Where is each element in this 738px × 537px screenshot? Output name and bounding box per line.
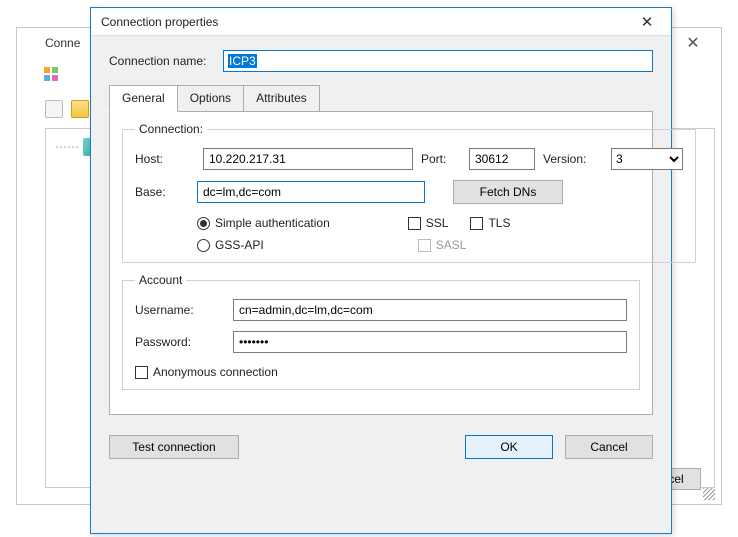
username-label: Username:: [135, 303, 219, 317]
bg-toolbar: [45, 100, 89, 118]
anonymous-label: Anonymous connection: [153, 365, 278, 379]
port-label: Port:: [421, 152, 461, 166]
checkbox-sasl: SASL: [418, 238, 467, 252]
checkbox-tls[interactable]: TLS: [470, 216, 510, 230]
connection-name-input[interactable]: ICP3: [223, 50, 653, 72]
radio-icon: [197, 239, 210, 252]
version-select[interactable]: 3: [611, 148, 683, 170]
dialog-footer: Test connection OK Cancel: [91, 425, 671, 459]
checkbox-icon: [418, 239, 431, 252]
sasl-label: SASL: [436, 238, 467, 252]
base-label: Base:: [135, 185, 187, 199]
bg-tool-2[interactable]: [71, 100, 89, 118]
app-icon: [43, 66, 59, 85]
simple-auth-label: Simple authentication: [215, 216, 330, 230]
tab-panel-general: Connection: Host: Port: Version: 3 Base:…: [109, 111, 653, 415]
dialog-title: Connection properties: [101, 15, 629, 29]
connection-fieldset: Connection: Host: Port: Version: 3 Base:…: [122, 122, 696, 263]
password-label: Password:: [135, 335, 219, 349]
close-icon[interactable]: ✕: [629, 13, 665, 31]
checkbox-icon: [470, 217, 483, 230]
account-fieldset: Account Username: Password: Anonymous co…: [122, 273, 640, 390]
titlebar: Connection properties ✕: [91, 8, 671, 36]
connection-properties-dialog: Connection properties ✕ Connection name:…: [90, 7, 672, 534]
ssl-label: SSL: [426, 216, 449, 230]
radio-gss-api[interactable]: GSS-API: [197, 238, 264, 252]
tab-attributes[interactable]: Attributes: [243, 85, 320, 112]
resize-grip-icon[interactable]: [703, 488, 715, 500]
bg-tool-1[interactable]: [45, 100, 63, 118]
checkbox-icon: [135, 366, 148, 379]
bg-close-icon[interactable]: ✕: [673, 33, 713, 53]
port-input[interactable]: [469, 148, 535, 170]
password-input[interactable]: [233, 331, 627, 353]
checkbox-anonymous[interactable]: Anonymous connection: [135, 365, 627, 379]
cancel-button[interactable]: Cancel: [565, 435, 653, 459]
gss-label: GSS-API: [215, 238, 264, 252]
account-legend: Account: [135, 273, 186, 287]
radio-simple-auth[interactable]: Simple authentication: [197, 216, 330, 230]
test-connection-button[interactable]: Test connection: [109, 435, 239, 459]
username-input[interactable]: [233, 299, 627, 321]
connection-legend: Connection:: [135, 122, 207, 136]
tab-options[interactable]: Options: [177, 85, 244, 112]
host-input[interactable]: [203, 148, 413, 170]
tabstrip: General Options Attributes: [109, 84, 653, 111]
checkbox-ssl[interactable]: SSL: [408, 216, 449, 230]
version-label: Version:: [543, 152, 603, 166]
connection-name-label: Connection name:: [109, 54, 215, 68]
radio-dot-icon: [197, 217, 210, 230]
host-label: Host:: [135, 152, 195, 166]
fetch-dns-button[interactable]: Fetch DNs: [453, 180, 563, 204]
base-input[interactable]: [197, 181, 425, 203]
ok-button[interactable]: OK: [465, 435, 553, 459]
tab-general[interactable]: General: [109, 85, 178, 112]
tls-label: TLS: [488, 216, 510, 230]
checkbox-icon: [408, 217, 421, 230]
connection-name-value: ICP3: [228, 54, 257, 68]
